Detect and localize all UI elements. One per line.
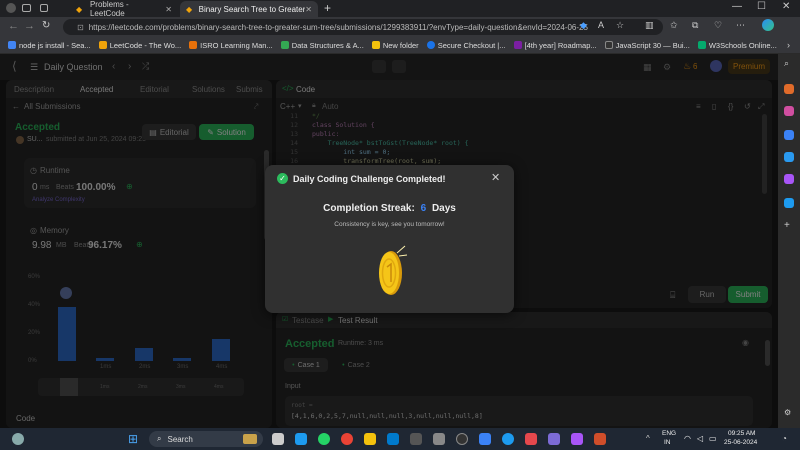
- edge-icon[interactable]: [479, 433, 491, 445]
- google-icon: [280, 41, 289, 49]
- windows-start-icon[interactable]: ⊞: [128, 432, 142, 446]
- bookmark-item[interactable]: Data Structures & A...: [280, 41, 364, 50]
- games-icon[interactable]: [784, 130, 794, 140]
- file-explorer-icon[interactable]: [364, 433, 376, 445]
- leetcode-icon: ◆: [186, 4, 193, 14]
- javascript-icon: [604, 41, 613, 49]
- task-view-icon[interactable]: [272, 433, 284, 445]
- battery-icon[interactable]: ▭: [709, 434, 717, 443]
- profile-icon[interactable]: [6, 3, 16, 13]
- outlook-icon[interactable]: [784, 152, 794, 162]
- tab-binary-search-tree[interactable]: ◆ Binary Search Tree to Greater Su... ✕: [180, 1, 318, 17]
- teams-icon[interactable]: [548, 433, 560, 445]
- volume-icon[interactable]: ◁: [697, 434, 703, 443]
- split-screen-icon[interactable]: ▥: [645, 20, 654, 31]
- collections-icon[interactable]: ⧉: [692, 20, 698, 31]
- copilot-sidebar-icon[interactable]: [784, 174, 794, 184]
- workspaces-icon[interactable]: [40, 4, 48, 12]
- copilot-icon[interactable]: [762, 19, 774, 31]
- gold-coin-icon: [379, 245, 408, 295]
- add-icon[interactable]: +: [784, 220, 790, 231]
- extension-icon[interactable]: ◆: [580, 20, 587, 31]
- obs-icon[interactable]: [456, 433, 468, 445]
- bookmarks-more-icon[interactable]: ›: [787, 40, 790, 50]
- bookmark-item[interactable]: ISRO Learning Man...: [189, 41, 273, 50]
- close-tab-icon[interactable]: ✕: [305, 5, 312, 14]
- region-indicator: IN: [664, 439, 671, 446]
- forward-icon[interactable]: →: [24, 20, 35, 32]
- roadmap-icon: [513, 41, 522, 49]
- edge-icon[interactable]: [295, 433, 307, 445]
- bookmark-item[interactable]: [4th year] Roadmap...: [513, 41, 597, 50]
- leetcode-icon: ◆: [76, 4, 83, 14]
- shopping-icon[interactable]: [784, 84, 794, 94]
- telegram-icon[interactable]: [784, 198, 794, 208]
- heart-icon[interactable]: ♡: [714, 20, 722, 31]
- folder-icon: [371, 41, 380, 49]
- youtube-icon[interactable]: [525, 433, 537, 445]
- bookmark-item[interactable]: Secure Checkout |...: [426, 41, 506, 50]
- maximize-icon[interactable]: ☐: [757, 1, 766, 12]
- chrome-icon[interactable]: [341, 433, 353, 445]
- bookmark-item[interactable]: LeetCode - The Wo...: [98, 41, 181, 50]
- clock-date: 25-06-2024: [724, 439, 758, 446]
- back-icon[interactable]: ←: [8, 20, 19, 32]
- w3schools-icon: [697, 41, 706, 49]
- clock-time[interactable]: 09:25 AM: [728, 430, 755, 437]
- store-icon[interactable]: [410, 433, 422, 445]
- app-icon[interactable]: [594, 433, 606, 445]
- streak-unit: Days: [431, 203, 456, 214]
- bookmarks-bar: node js install - Sea... LeetCode - The …: [0, 37, 800, 54]
- sidebar-settings-icon[interactable]: ⚙: [784, 408, 791, 417]
- checkout-icon: [426, 41, 435, 49]
- streak-value: 6: [420, 203, 427, 214]
- search-icon[interactable]: ⌕: [784, 58, 789, 69]
- isro-icon: [189, 41, 198, 49]
- leetcode-icon: [98, 41, 107, 49]
- close-tab-icon[interactable]: ✕: [165, 5, 172, 14]
- bookmark-item[interactable]: node js install - Sea...: [8, 41, 91, 50]
- mail-icon[interactable]: [433, 433, 445, 445]
- search-icon: ⌕: [157, 434, 162, 443]
- vscode-icon[interactable]: [387, 433, 399, 445]
- address-bar: ← → ↻ ⊡ https://leetcode.com/problems/bi…: [0, 17, 800, 37]
- favorites-bar-icon[interactable]: ✩: [670, 20, 678, 31]
- close-icon[interactable]: ✕: [491, 171, 500, 184]
- dialog-title: Daily Coding Challenge Completed!: [293, 174, 446, 184]
- lock-icon: ⊡: [77, 22, 84, 32]
- search-highlight-icon: [243, 434, 257, 444]
- tools-icon[interactable]: [784, 106, 794, 116]
- telegram-icon[interactable]: [502, 433, 514, 445]
- reload-icon[interactable]: ↻: [42, 20, 50, 31]
- wifi-icon[interactable]: ◠: [684, 434, 691, 443]
- close-window-icon[interactable]: ✕: [782, 1, 790, 12]
- edge-sidebar: ⌕ + ⚙: [778, 54, 800, 428]
- more-icon[interactable]: ⋯: [736, 20, 745, 31]
- bookmark-item[interactable]: JavaScript 30 — Bui...: [604, 41, 690, 50]
- favorite-icon[interactable]: ☆: [616, 20, 624, 31]
- minimize-icon[interactable]: —: [732, 1, 742, 12]
- url-field[interactable]: ⊡ https://leetcode.com/problems/binary-s…: [63, 19, 663, 35]
- weather-icon[interactable]: [12, 433, 24, 445]
- tab-actions-icon[interactable]: [22, 4, 31, 12]
- notifications-icon[interactable]: ◔: [782, 434, 787, 443]
- language-indicator[interactable]: ENG: [662, 430, 676, 437]
- completion-streak: Completion Streak: 6 Days: [265, 203, 514, 214]
- tab-problems[interactable]: ◆ Problems - LeetCode ✕: [70, 0, 178, 18]
- dialog-message: Consistency is key, see you tomorrow!: [334, 221, 445, 228]
- new-tab-icon[interactable]: +: [324, 1, 331, 15]
- browser-tab-bar: ◆ Problems - LeetCode ✕ ◆ Binary Search …: [0, 0, 800, 18]
- onenote-icon[interactable]: [571, 433, 583, 445]
- windows-taskbar: ⊞ ⌕ Search ^ ENG IN ◠ ◁ ▭ 09:25 AM 25-06-…: [0, 428, 800, 450]
- challenge-complete-dialog: ✓ Daily Coding Challenge Completed! ✕ Co…: [265, 165, 514, 313]
- search-box[interactable]: ⌕ Search: [149, 431, 263, 447]
- bookmark-item[interactable]: New folder: [371, 41, 419, 50]
- streak-label: Completion Streak:: [323, 203, 415, 214]
- read-aloud-icon[interactable]: A: [598, 20, 604, 30]
- tray-chevron-icon[interactable]: ^: [646, 434, 650, 443]
- google-icon: [8, 41, 16, 49]
- check-circle-icon: ✓: [277, 173, 288, 184]
- whatsapp-icon[interactable]: [318, 433, 330, 445]
- bookmark-item[interactable]: W3Schools Online...: [697, 41, 777, 50]
